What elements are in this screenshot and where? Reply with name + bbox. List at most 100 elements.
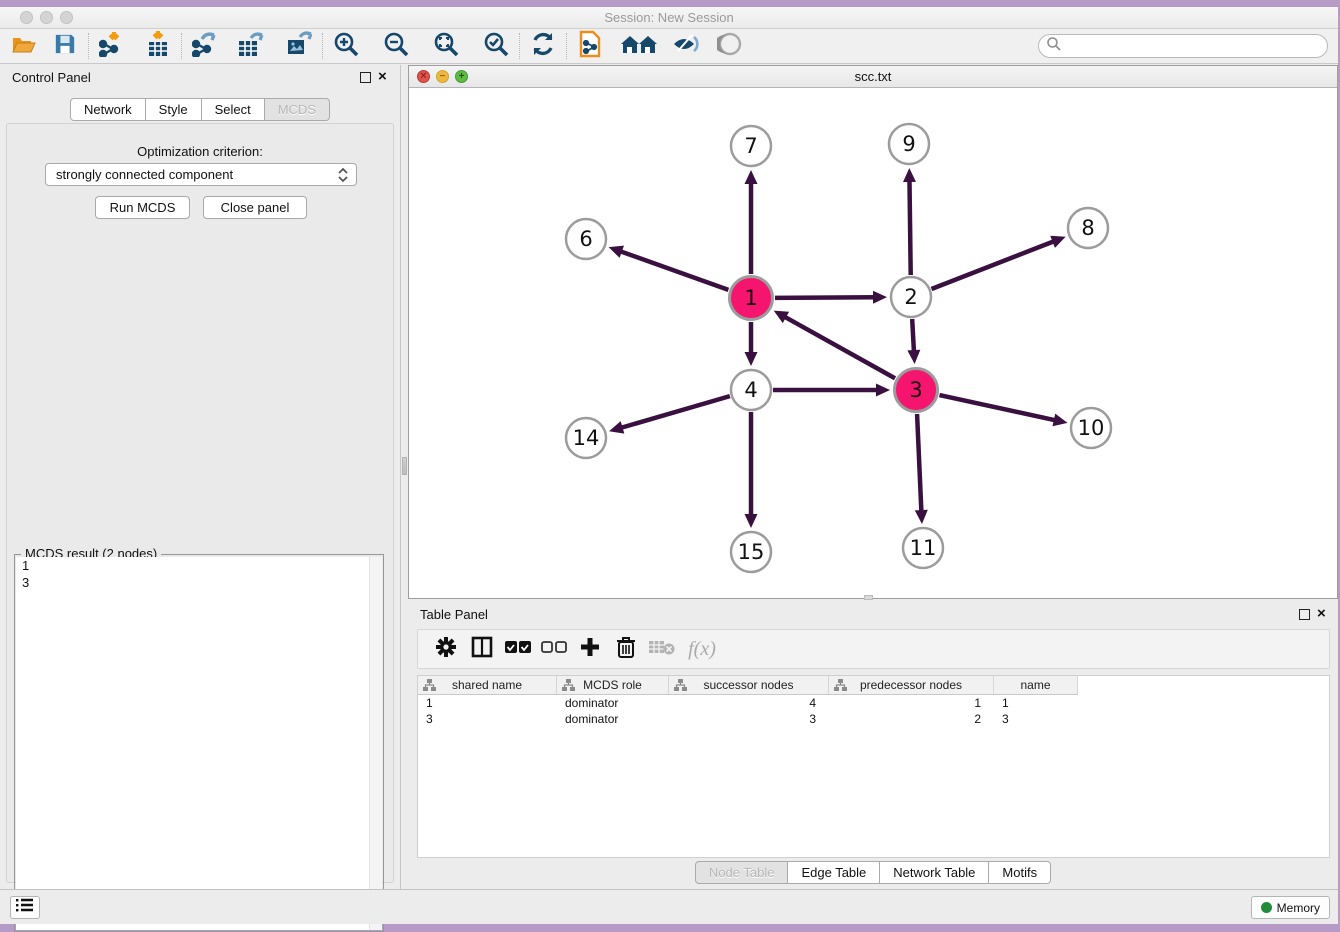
zoom-selected-button[interactable] [479, 31, 513, 61]
unchecked-boxes-icon [541, 640, 567, 659]
mcds-panel-body: Optimization criterion: strongly connect… [6, 123, 394, 883]
vertical-splitter[interactable] [400, 65, 408, 889]
tab-mcds[interactable]: MCDS [265, 98, 330, 121]
open-session-button[interactable] [6, 31, 40, 61]
edge-3-10[interactable] [939, 395, 1057, 421]
edge-1-6[interactable] [618, 250, 728, 289]
node-table[interactable]: shared nameMCDS rolesuccessor nodesprede… [417, 675, 1330, 858]
run-mcds-button[interactable]: Run MCDS [95, 196, 190, 219]
tab-edge-table[interactable]: Edge Table [788, 861, 880, 884]
refresh-button[interactable] [526, 31, 560, 61]
edge-3-11[interactable] [917, 414, 921, 514]
zoom-fit-button[interactable] [429, 31, 463, 61]
arrowhead-2-3 [907, 350, 920, 364]
arrowhead-1-2 [873, 291, 887, 304]
memory-label: Memory [1277, 901, 1320, 915]
criterion-select[interactable]: strongly connected component [45, 163, 357, 186]
export-network-icon [192, 31, 218, 62]
network-view-frame: ✕ − + scc.txt 1234678910111415 [408, 65, 1338, 599]
table-row[interactable]: 3dominator323 [418, 711, 1329, 727]
table-cell: 3 [669, 711, 829, 727]
node-label-9: 9 [902, 132, 915, 156]
network-frame-title: scc.txt [409, 69, 1337, 84]
open-network-file-button[interactable] [573, 31, 607, 61]
tab-network[interactable]: Network [70, 98, 146, 121]
tab-style[interactable]: Style [146, 98, 202, 121]
arrowhead-1-7 [745, 170, 758, 184]
tab-select[interactable]: Select [202, 98, 265, 121]
edge-2-8[interactable] [931, 240, 1056, 289]
save-session-button[interactable] [48, 31, 82, 61]
edge-2-3[interactable] [912, 319, 914, 354]
network-canvas[interactable]: 1234678910111415 [409, 88, 1337, 598]
search-input[interactable] [1062, 36, 1327, 56]
result-line: 1 [16, 557, 382, 574]
fx-icon: f(x) [688, 638, 716, 661]
zoom-out-button[interactable] [379, 31, 413, 61]
delete-table-button[interactable] [644, 633, 680, 665]
arrowhead-3-10 [1052, 414, 1067, 427]
column-header-shared-name[interactable]: shared name [418, 676, 557, 695]
memory-button[interactable]: Memory [1251, 896, 1330, 919]
tab-node-table[interactable]: Node Table [695, 861, 789, 884]
export-table-button[interactable] [234, 31, 268, 61]
arrowhead-4-3 [876, 384, 890, 397]
control-panel: Control Panel × Network Style Select MCD… [0, 65, 400, 889]
edge-1-2[interactable] [775, 297, 877, 298]
node-label-3: 3 [909, 378, 922, 402]
select-all-button[interactable] [500, 633, 536, 665]
horizontal-splitter-grip[interactable] [864, 595, 873, 600]
result-scrollbar[interactable] [369, 557, 382, 930]
table-toolbar: f(x) [417, 629, 1330, 669]
import-network-icon [99, 31, 125, 62]
close-panel-icon[interactable]: × [378, 68, 387, 85]
export-image-button[interactable] [282, 31, 316, 61]
close-panel-button[interactable]: Close panel [203, 196, 307, 219]
float-table-panel-icon[interactable] [1299, 609, 1310, 620]
tab-network-table[interactable]: Network Table [880, 861, 989, 884]
control-panel-tabs: Network Style Select MCDS [0, 98, 400, 121]
zoom-in-button[interactable] [329, 31, 363, 61]
table-settings-button[interactable] [428, 633, 464, 665]
zoom-out-icon [383, 31, 409, 62]
arrowhead-2-9 [903, 168, 916, 182]
close-table-panel-icon[interactable]: × [1317, 605, 1326, 622]
edge-3-1[interactable] [782, 316, 895, 379]
table-row[interactable]: 1dominator411 [418, 695, 1329, 711]
style-preview-button[interactable] [669, 31, 703, 61]
result-line: 3 [16, 574, 382, 591]
delete-column-button[interactable] [608, 633, 644, 665]
table-panel-title: Table Panel [420, 607, 488, 622]
show-hide-button[interactable] [713, 31, 747, 61]
column-layout-button[interactable] [464, 633, 500, 665]
home-view-button[interactable] [617, 31, 661, 61]
import-table-button[interactable] [141, 31, 175, 61]
optimization-criterion-label: Optimization criterion: [7, 144, 393, 159]
table-panel: Table Panel × [408, 602, 1338, 889]
memory-status-icon [1261, 902, 1272, 913]
task-history-button[interactable] [10, 896, 40, 919]
float-panel-icon[interactable] [360, 72, 371, 83]
export-network-button[interactable] [188, 31, 222, 61]
gear-icon [435, 636, 457, 663]
window-title: Session: New Session [0, 10, 1338, 25]
edge-4-14[interactable] [619, 396, 730, 428]
delete-table-icon [649, 638, 675, 661]
table-cell: 1 [994, 695, 1078, 711]
edge-2-9[interactable] [909, 178, 910, 275]
deselect-all-button[interactable] [536, 633, 572, 665]
tab-motifs[interactable]: Motifs [989, 861, 1051, 884]
open-folder-icon [11, 33, 36, 60]
column-header-successor-nodes[interactable]: successor nodes [669, 676, 829, 695]
export-image-icon [286, 31, 312, 62]
function-builder-button[interactable]: f(x) [680, 633, 724, 665]
add-column-button[interactable] [572, 633, 608, 665]
mcds-result-list[interactable]: 1 3 [16, 557, 382, 930]
import-network-button[interactable] [95, 31, 129, 61]
column-header-name[interactable]: name [994, 676, 1078, 695]
column-header-predecessor-nodes[interactable]: predecessor nodes [829, 676, 994, 695]
arrowhead-1-4 [745, 352, 758, 366]
node-label-8: 8 [1081, 216, 1094, 240]
splitter-grip[interactable] [402, 457, 407, 475]
column-header-MCDS-role[interactable]: MCDS role [557, 676, 669, 695]
